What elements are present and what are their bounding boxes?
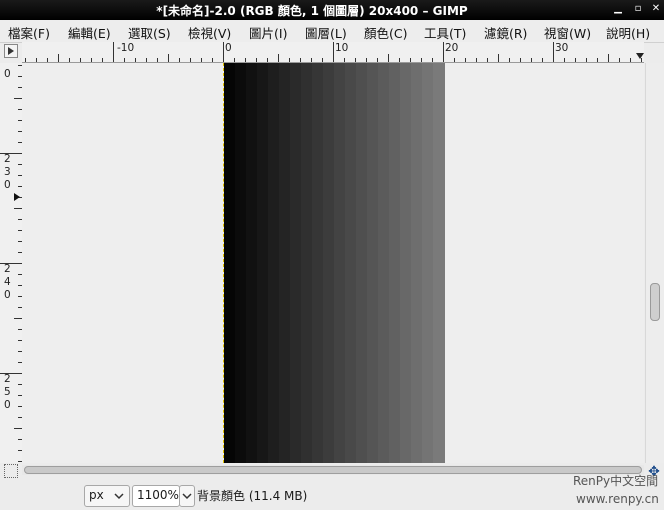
image-pixel-column	[312, 63, 324, 463]
vertical-scrollbar[interactable]	[645, 63, 664, 463]
maximize-icon[interactable]: ▫	[632, 3, 644, 15]
horizontal-scrollbar[interactable]	[22, 465, 644, 475]
vruler-label-250-a: 2	[4, 373, 11, 385]
menu-colors[interactable]: 顏色(C)	[364, 23, 407, 42]
quick-mask-icon[interactable]	[4, 464, 18, 478]
image-pixel-column	[257, 63, 269, 463]
menu-select[interactable]: 選取(S)	[128, 23, 171, 42]
zoom-value: 1100%	[137, 488, 179, 502]
horizontal-ruler[interactable]: -10 0 10 20 30	[22, 42, 644, 63]
ruler-pointer-icon	[14, 193, 20, 201]
ruler-label-10: 10	[335, 42, 349, 54]
unit-select[interactable]: px	[84, 485, 130, 507]
ruler-label-minus10: -10	[117, 42, 135, 54]
image-pixel-column	[345, 63, 357, 463]
image-menu-button[interactable]	[4, 44, 18, 58]
image-pixel-column	[323, 63, 335, 463]
image-pixel-column	[422, 63, 434, 463]
menu-help[interactable]: 說明(H)	[606, 23, 650, 42]
minimize-icon[interactable]: ▁	[612, 3, 624, 15]
title-bar: *[未命名]-2.0 (RGB 顏色, 1 個圖層) 20x400 – GIMP…	[0, 0, 664, 20]
zoom-input[interactable]: 1100%	[132, 485, 180, 507]
image-pixel-column	[235, 63, 247, 463]
menu-layer[interactable]: 圖層(L)	[305, 23, 347, 42]
horizontal-ruler-ticks	[25, 42, 642, 62]
vruler-label-240-a: 2	[4, 263, 11, 275]
canvas-area[interactable]	[22, 63, 644, 463]
vertical-ruler[interactable]: 0 2 3 0 2 4 0 2 5 0	[0, 63, 23, 463]
image-pixel-column	[224, 63, 236, 463]
horizontal-scrollbar-thumb[interactable]	[24, 466, 642, 474]
menu-edit[interactable]: 編輯(E)	[68, 23, 111, 42]
unit-value: px	[89, 488, 104, 502]
image-pixel-column	[400, 63, 412, 463]
status-message: 背景顏色 (11.4 MB)	[197, 489, 308, 503]
vruler-label-230-a: 2	[4, 153, 11, 165]
image-pixel-column	[334, 63, 346, 463]
image-pixel-column	[411, 63, 423, 463]
chevron-down-icon	[182, 493, 192, 500]
zoom-dropdown-button[interactable]	[179, 485, 195, 507]
image-pixel-column	[356, 63, 368, 463]
vruler-label-220-c: 0	[4, 68, 11, 80]
image-canvas[interactable]	[223, 63, 445, 463]
image-pixel-column	[268, 63, 280, 463]
menu-view[interactable]: 檢視(V)	[188, 23, 231, 42]
image-pixel-column	[367, 63, 379, 463]
ruler-label-30: 30	[555, 42, 569, 54]
play-right-icon	[8, 47, 14, 55]
watermark-line1: RenPy中文空間	[573, 474, 659, 488]
image-pixel-column	[246, 63, 258, 463]
window-title: *[未命名]-2.0 (RGB 顏色, 1 個圖層) 20x400 – GIMP	[156, 4, 468, 18]
ruler-label-0: 0	[225, 42, 232, 54]
menu-filters[interactable]: 濾鏡(R)	[484, 23, 527, 42]
image-pixel-column	[290, 63, 302, 463]
watermark-line2: www.renpy.cn	[576, 492, 659, 506]
menu-image[interactable]: 圖片(I)	[249, 23, 287, 42]
chevron-down-icon	[114, 493, 124, 500]
menu-windows[interactable]: 視窗(W)	[544, 23, 591, 42]
vruler-label-230-c: 0	[4, 179, 11, 191]
vruler-label-240-c: 0	[4, 289, 11, 301]
menu-bar: 檔案(F) 編輯(E) 選取(S) 檢視(V) 圖片(I) 圖層(L) 顏色(C…	[0, 20, 664, 43]
image-pixel-column	[301, 63, 313, 463]
vertical-scrollbar-thumb[interactable]	[650, 283, 660, 321]
close-icon[interactable]: ✕	[650, 3, 662, 15]
vruler-label-250-c: 0	[4, 399, 11, 411]
image-pixel-column	[279, 63, 291, 463]
ruler-label-20: 20	[445, 42, 459, 54]
image-pixel-column	[433, 63, 445, 463]
chevron-down-icon[interactable]	[636, 53, 644, 59]
image-pixel-column	[389, 63, 401, 463]
vruler-label-250-b: 5	[4, 386, 11, 398]
vruler-label-240-b: 4	[4, 276, 11, 288]
image-pixel-column	[378, 63, 390, 463]
vruler-label-230-b: 3	[4, 166, 11, 178]
menu-tools[interactable]: 工具(T)	[424, 23, 466, 42]
menu-file[interactable]: 檔案(F)	[8, 23, 50, 42]
